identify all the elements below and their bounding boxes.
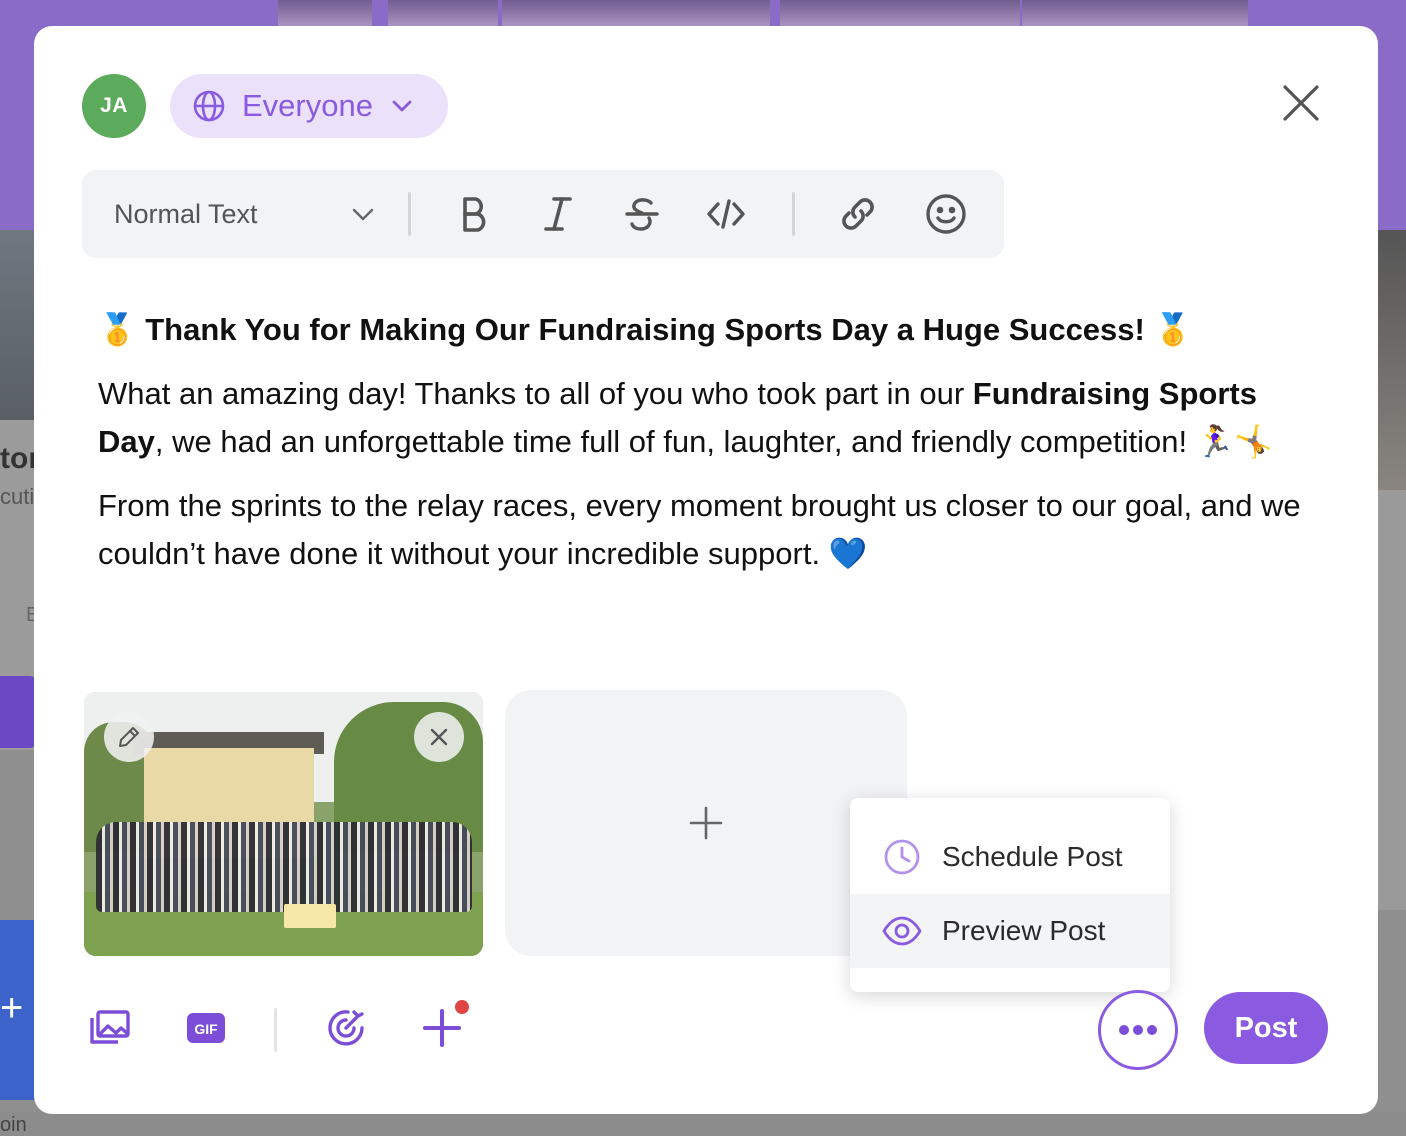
para1-text: What an amazing day! Thanks to all of yo… — [98, 376, 973, 411]
toolbar-divider — [408, 192, 411, 236]
post-headline: 🥇 Thank You for Making Our Fundraising S… — [98, 312, 1193, 347]
bg-blue-block — [0, 1044, 36, 1100]
remove-image-button[interactable] — [414, 712, 464, 762]
add-goal-button[interactable] — [322, 1004, 370, 1052]
more-dots-icon — [1119, 1025, 1157, 1035]
menu-item-label: Preview Post — [942, 915, 1106, 946]
gif-label: GIF — [194, 1021, 218, 1037]
audience-selector[interactable]: Everyone — [170, 74, 448, 138]
menu-item-schedule-post[interactable]: Schedule Post — [850, 820, 1170, 894]
chevron-down-icon — [352, 208, 374, 221]
pencil-icon — [119, 727, 139, 747]
emoji-icon — [926, 194, 966, 234]
formatting-toolbar: Normal Text — [82, 170, 1004, 258]
code-icon — [707, 199, 745, 229]
emoji-button[interactable] — [922, 190, 970, 238]
eye-icon — [882, 916, 922, 946]
post-editor[interactable]: 🥇 Thank You for Making Our Fundraising S… — [98, 306, 1318, 578]
bg-blue-block — [0, 920, 36, 976]
text-style-dropdown[interactable]: Normal Text — [114, 170, 380, 258]
bg-bottom-strip: oin — [0, 1112, 1406, 1136]
gallery-icon — [90, 1010, 130, 1044]
add-gif-button[interactable]: GIF — [182, 1004, 230, 1052]
image-crowd — [96, 822, 472, 912]
post-button[interactable]: Post — [1204, 992, 1328, 1064]
edit-image-button[interactable] — [104, 712, 154, 762]
bg-right-image — [1378, 230, 1406, 490]
code-button[interactable] — [702, 190, 750, 238]
bold-button[interactable] — [450, 190, 498, 238]
globe-icon — [193, 90, 225, 122]
bg-purple-button — [0, 676, 36, 748]
post-paragraph-2: From the sprints to the relay races, eve… — [98, 488, 1301, 571]
add-photo-button[interactable] — [86, 1004, 134, 1052]
plus-icon — [689, 806, 723, 840]
text-style-label: Normal Text — [114, 198, 258, 229]
avatar: JA — [82, 74, 146, 138]
bg-right-card — [1378, 230, 1406, 910]
attached-image — [84, 692, 483, 956]
link-icon — [842, 198, 874, 230]
menu-item-label: Schedule Post — [942, 841, 1123, 872]
close-icon — [430, 728, 448, 746]
clock-icon — [884, 839, 920, 875]
more-options-button[interactable] — [1098, 990, 1178, 1070]
gif-icon: GIF — [187, 1013, 225, 1043]
menu-item-preview-post[interactable]: Preview Post — [850, 894, 1170, 968]
italic-button[interactable] — [534, 190, 582, 238]
target-icon — [328, 1010, 364, 1046]
bg-blue-add: + — [0, 976, 36, 1044]
image-banner — [284, 904, 336, 928]
strikethrough-button[interactable] — [618, 190, 666, 238]
bold-icon — [463, 197, 486, 232]
toolbar-divider — [792, 192, 795, 236]
add-media-button[interactable] — [505, 690, 907, 956]
link-button[interactable] — [834, 190, 882, 238]
create-post-modal: JA Everyone Normal Text 🥇 Thank You for … — [34, 26, 1378, 1114]
action-divider — [274, 1008, 277, 1052]
bg-card-subtitle: cuti — [0, 484, 35, 509]
strikethrough-icon — [625, 198, 659, 231]
more-options-menu: Schedule Post Preview Post — [850, 798, 1170, 992]
italic-icon — [544, 197, 572, 231]
bg-bottom-text: oin — [0, 1114, 27, 1136]
post-paragraph-1: What an amazing day! Thanks to all of yo… — [98, 370, 1318, 466]
close-icon[interactable] — [1280, 82, 1322, 124]
audience-label: Everyone — [242, 88, 373, 123]
para1-text-end: , we had an unforgettable time full of f… — [154, 424, 1273, 459]
notification-dot — [455, 1000, 469, 1014]
chevron-down-icon — [392, 100, 412, 112]
